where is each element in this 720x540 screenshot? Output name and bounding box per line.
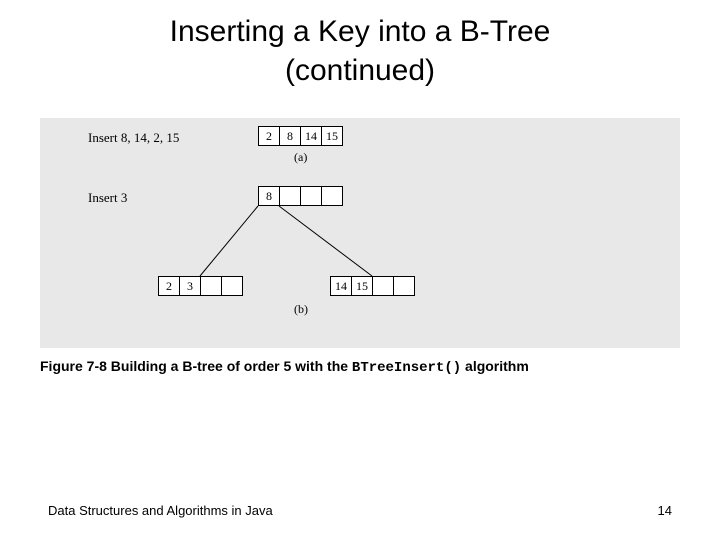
cell	[279, 186, 301, 206]
insert-b-label: Insert 3	[88, 190, 127, 206]
sublabel-b: (b)	[294, 302, 308, 317]
cell: 2	[158, 276, 180, 296]
cell: 15	[351, 276, 373, 296]
cell	[372, 276, 394, 296]
cell: 15	[321, 126, 343, 146]
cell	[393, 276, 415, 296]
node-a: 2 8 14 15	[258, 126, 343, 146]
cell: 14	[330, 276, 352, 296]
caption-prefix: Figure 7-8 Building a B-tree of order 5 …	[40, 358, 352, 374]
sublabel-a: (a)	[294, 150, 307, 165]
cell: 3	[179, 276, 201, 296]
insert-a-label: Insert 8, 14, 2, 15	[88, 130, 179, 146]
figure-caption: Figure 7-8 Building a B-tree of order 5 …	[40, 358, 680, 376]
slide-title: Inserting a Key into a B-Tree (continued…	[0, 0, 720, 90]
node-b-left: 2 3	[158, 276, 243, 296]
cell: 8	[279, 126, 301, 146]
cell	[321, 186, 343, 206]
cell: 8	[258, 186, 280, 206]
cell	[221, 276, 243, 296]
caption-code: BTreeInsert()	[352, 360, 461, 376]
caption-suffix: algorithm	[461, 358, 529, 374]
cell	[300, 186, 322, 206]
cell: 14	[300, 126, 322, 146]
node-b-root: 8	[258, 186, 343, 206]
page-number: 14	[658, 503, 672, 518]
title-line-2: (continued)	[285, 54, 435, 87]
footer-text: Data Structures and Algorithms in Java	[48, 503, 273, 518]
footer: Data Structures and Algorithms in Java 1…	[48, 503, 672, 518]
tree-edges	[40, 118, 680, 348]
node-b-right: 14 15	[330, 276, 415, 296]
title-line-1: Inserting a Key into a B-Tree	[170, 15, 551, 48]
cell: 2	[258, 126, 280, 146]
cell	[200, 276, 222, 296]
figure-panel: Insert 8, 14, 2, 15 2 8 14 15 (a) Insert…	[40, 118, 680, 348]
